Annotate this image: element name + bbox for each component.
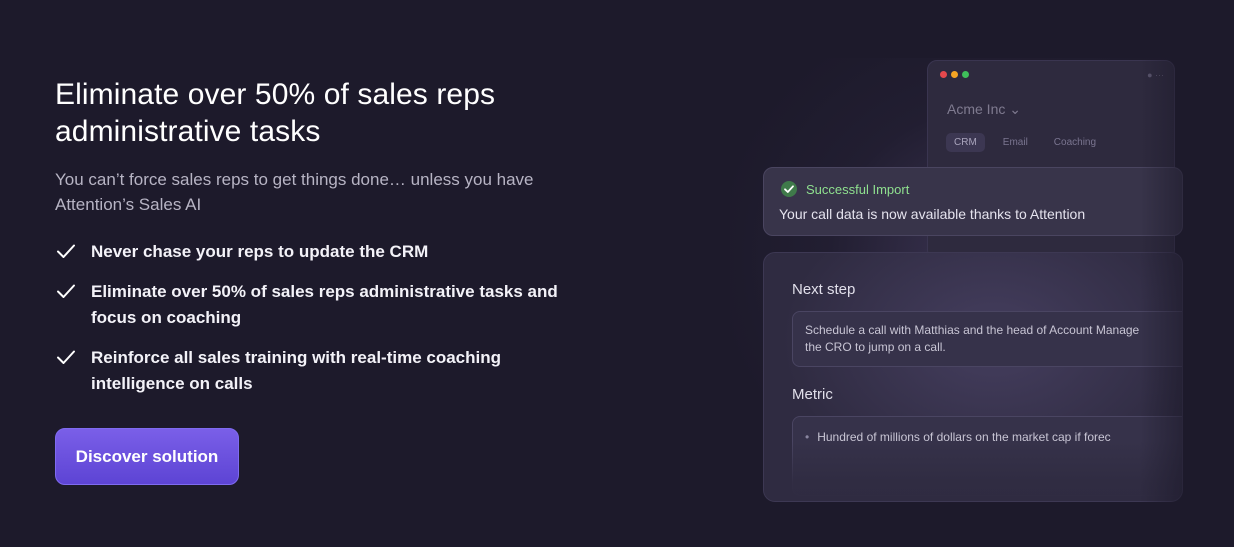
window-controls: [940, 71, 969, 78]
check-icon: [57, 244, 75, 258]
next-step-line: the CRO to jump on a call.: [805, 340, 946, 354]
minimize-dot-icon: [951, 71, 958, 78]
call-notes-panel: Next step Schedule a call with Matthias …: [763, 252, 1183, 502]
hero-section: Eliminate over 50% of sales reps adminis…: [55, 76, 595, 411]
check-icon: [57, 284, 75, 298]
feature-text: Eliminate over 50% of sales reps adminis…: [91, 282, 558, 327]
hero-subtitle: You can’t force sales reps to get things…: [55, 170, 534, 214]
page-title: Eliminate over 50% of sales reps adminis…: [55, 78, 496, 148]
feature-item: Eliminate over 50% of sales reps adminis…: [55, 279, 595, 331]
toast-title: Successful Import: [806, 181, 910, 197]
chevron-down-icon: ⌄: [1005, 101, 1021, 117]
feature-list: Never chase your reps to update the CRM …: [55, 239, 595, 397]
company-switcher: Acme Inc ⌄: [947, 101, 1021, 118]
tab-coaching: Coaching: [1053, 137, 1097, 148]
tab-email: Email: [1002, 137, 1028, 148]
import-toast: Successful Import Your call data is now …: [763, 167, 1183, 236]
next-step-label: Next step: [792, 281, 856, 298]
tab-crm: CRM: [946, 133, 985, 152]
toast-message: Your call data is now available thanks t…: [779, 206, 1086, 222]
feature-text: Never chase your reps to update the CRM: [91, 242, 429, 261]
company-name: Acme Inc: [947, 101, 1006, 117]
discover-solution-button[interactable]: Discover solution: [55, 428, 239, 485]
feature-item: Reinforce all sales training with real-t…: [55, 345, 595, 397]
metric-label: Metric: [792, 386, 833, 403]
feature-text: Reinforce all sales training with real-t…: [91, 348, 502, 393]
next-step-line: Schedule a call with Matthias and the he…: [805, 323, 1140, 337]
close-dot-icon: [940, 71, 947, 78]
feature-item: Never chase your reps to update the CRM: [55, 239, 595, 265]
check-icon: [57, 350, 75, 364]
check-circle-icon: [781, 181, 797, 197]
next-step-box: Schedule a call with Matthias and the he…: [792, 311, 1182, 367]
toast-status: Successful Import: [780, 180, 909, 198]
maximize-dot-icon: [962, 71, 969, 78]
mockup-tabs: CRM Email Coaching: [946, 133, 1104, 152]
window-menu-icon: ● ···: [1147, 70, 1164, 80]
